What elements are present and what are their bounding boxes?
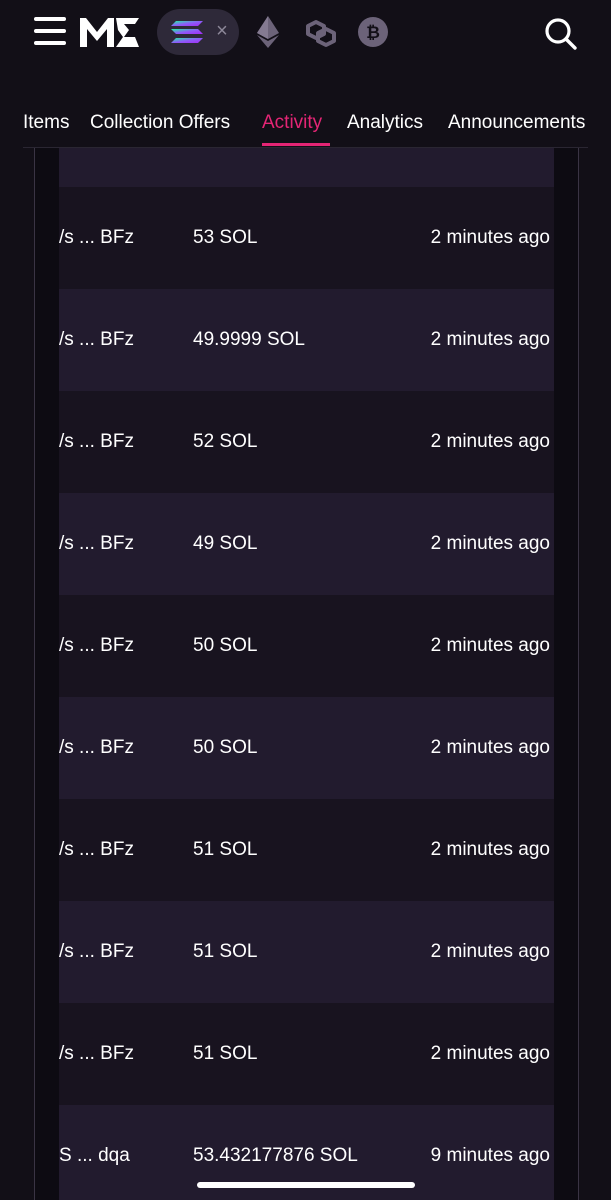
buyer-address[interactable]: /s ... BFz: [59, 697, 134, 799]
table-row[interactable]: /s ... BFz 50 SOL 2 minutes ago: [59, 697, 554, 799]
polygon-icon[interactable]: [302, 16, 340, 50]
sale-price: 51 SOL: [193, 1043, 258, 1064]
table-row[interactable]: /s ... BFz 51 SOL 2 minutes ago: [59, 799, 554, 901]
active-tab-indicator: [262, 143, 330, 146]
table-row[interactable]: [59, 148, 554, 187]
activity-table-scroller[interactable]: /s ... BFz 53 SOL 2 minutes ago /s ... B…: [59, 148, 554, 1200]
ethereum-icon[interactable]: [255, 15, 281, 49]
buyer-address[interactable]: /s ... BFz: [59, 1003, 134, 1105]
sale-time: 2 minutes ago: [430, 329, 550, 350]
magic-eden-logo-icon[interactable]: [78, 14, 140, 50]
collection-tabs: Items Collection Offers Activity Analyti…: [23, 108, 611, 148]
top-bar: × ₿: [0, 0, 611, 66]
sale-price: 49 SOL: [193, 533, 258, 554]
svg-text:₿: ₿: [366, 23, 380, 42]
bitcoin-icon[interactable]: ₿: [357, 16, 389, 48]
table-row[interactable]: /s ... BFz 49 SOL 2 minutes ago: [59, 493, 554, 595]
sale-price: 51 SOL: [193, 941, 258, 962]
table-row[interactable]: /s ... BFz 49.9999 SOL 2 minutes ago: [59, 289, 554, 391]
sale-time: 2 minutes ago: [430, 533, 550, 554]
buyer-address[interactable]: S ... dqa: [59, 1105, 130, 1200]
sale-time: 2 minutes ago: [430, 1043, 550, 1064]
hamburger-menu-icon[interactable]: [34, 16, 66, 46]
table-row[interactable]: /s ... BFz 52 SOL 2 minutes ago: [59, 391, 554, 493]
buyer-address[interactable]: /s ... BFz: [59, 901, 134, 1003]
buyer-address[interactable]: /s ... BFz: [59, 289, 134, 391]
solana-icon: [171, 21, 203, 43]
search-icon[interactable]: [542, 15, 578, 51]
sale-price: 52 SOL: [193, 431, 258, 452]
sale-price: 50 SOL: [193, 635, 258, 656]
buyer-address[interactable]: /s ... BFz: [59, 493, 134, 595]
buyer-address[interactable]: /s ... BFz: [59, 595, 134, 697]
tab-analytics[interactable]: Analytics: [347, 108, 423, 138]
buyer-address[interactable]: /s ... BFz: [59, 799, 134, 901]
buyer-address[interactable]: /s ... BFz: [59, 187, 134, 289]
buyer-address[interactable]: /s ... BFz: [59, 391, 134, 493]
home-indicator[interactable]: [197, 1182, 415, 1188]
chain-selector-solana[interactable]: ×: [157, 9, 239, 55]
sale-time: 2 minutes ago: [430, 941, 550, 962]
sale-price: 51 SOL: [193, 839, 258, 860]
sale-time: 2 minutes ago: [430, 227, 550, 248]
table-row[interactable]: /s ... BFz 51 SOL 2 minutes ago: [59, 901, 554, 1003]
sale-time: 2 minutes ago: [430, 635, 550, 656]
tab-activity[interactable]: Activity: [262, 108, 322, 138]
sale-price: 50 SOL: [193, 737, 258, 758]
activity-table[interactable]: /s ... BFz 53 SOL 2 minutes ago /s ... B…: [34, 148, 579, 1200]
sale-time: 2 minutes ago: [430, 839, 550, 860]
tab-items[interactable]: Items: [23, 108, 69, 138]
table-row[interactable]: /s ... BFz 50 SOL 2 minutes ago: [59, 595, 554, 697]
tab-announcements[interactable]: Announcements: [448, 108, 585, 138]
sale-time: 2 minutes ago: [430, 431, 550, 452]
close-icon[interactable]: ×: [211, 18, 233, 44]
table-row[interactable]: /s ... BFz 53 SOL 2 minutes ago: [59, 187, 554, 289]
table-row[interactable]: /s ... BFz 51 SOL 2 minutes ago: [59, 1003, 554, 1105]
page: × ₿ Items Collection Offers Activity Ana…: [0, 0, 611, 1200]
sale-time: 2 minutes ago: [430, 737, 550, 758]
tab-collection-offers[interactable]: Collection Offers: [90, 108, 230, 138]
sale-price: 49.9999 SOL: [193, 329, 305, 350]
sale-price: 53 SOL: [193, 227, 258, 248]
sale-time: 9 minutes ago: [430, 1145, 550, 1166]
